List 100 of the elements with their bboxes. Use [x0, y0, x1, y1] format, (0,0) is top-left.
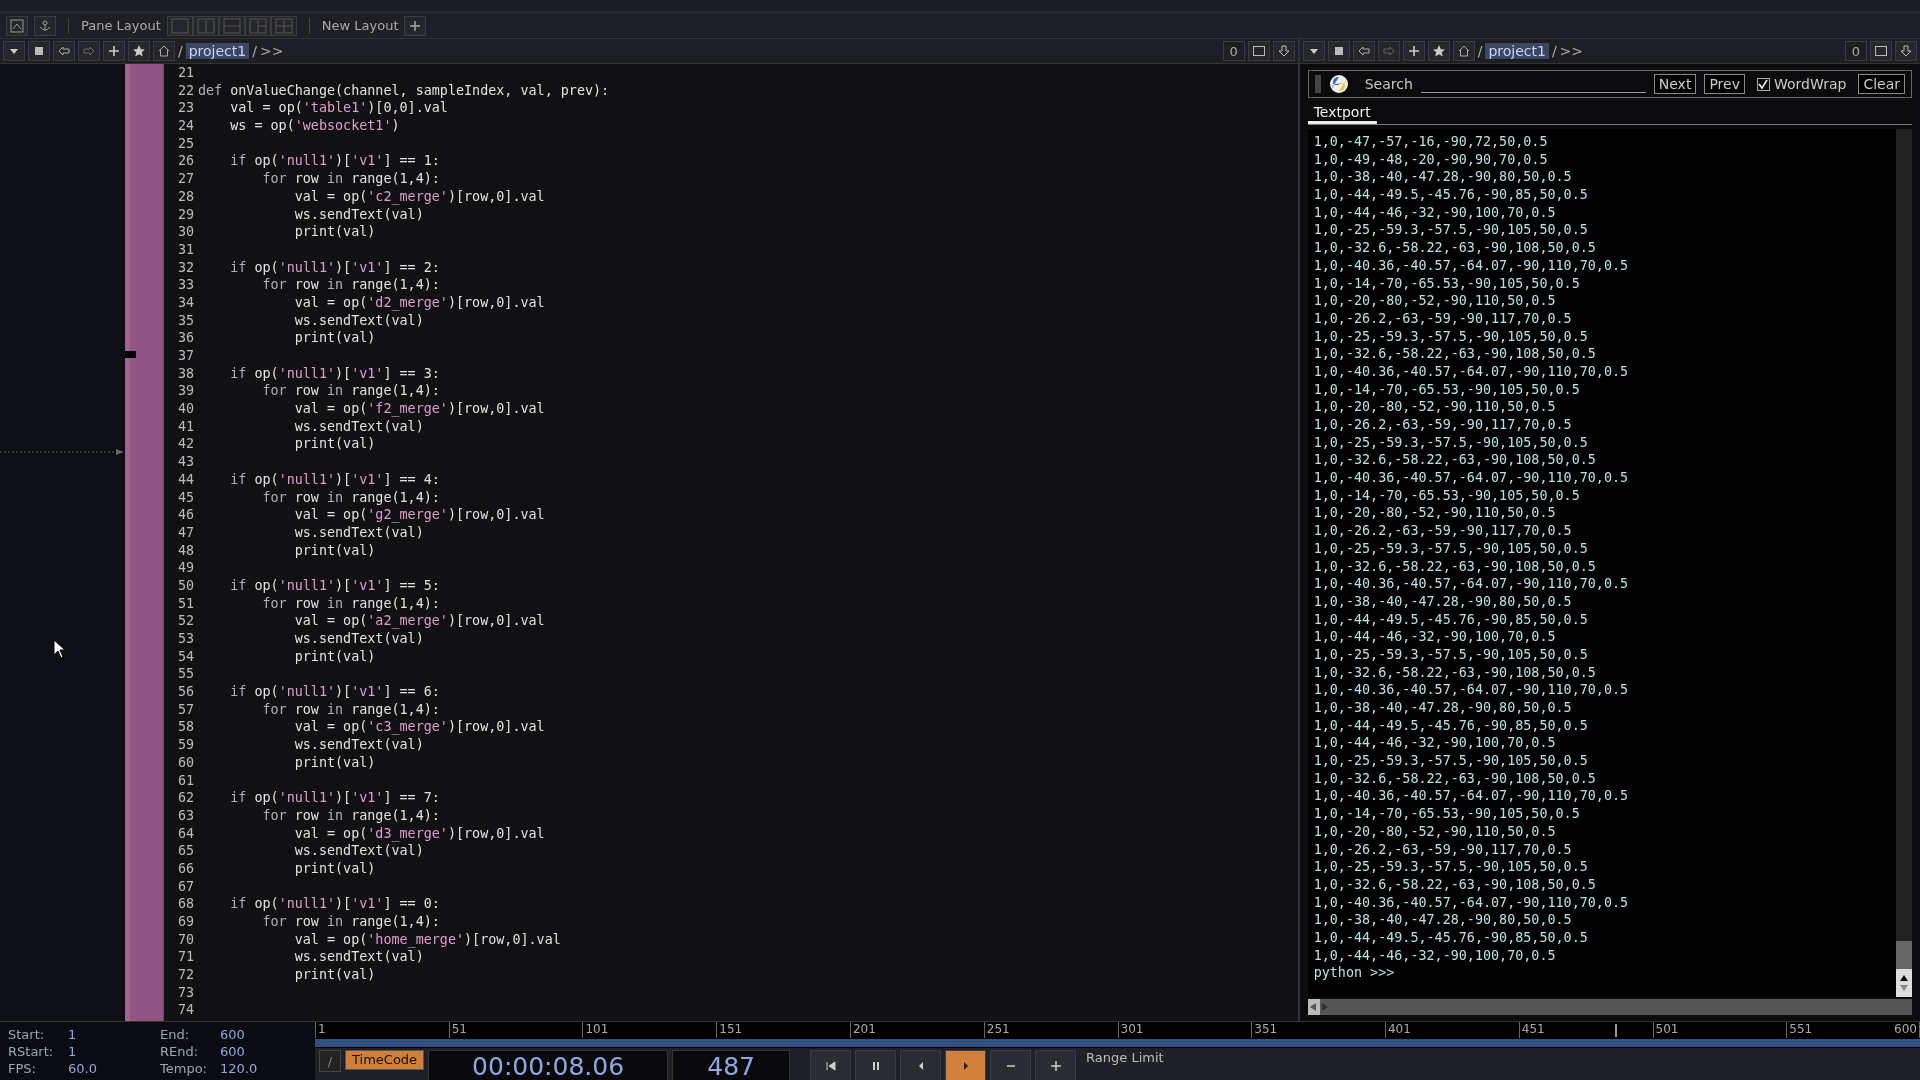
- prev-button[interactable]: Prev: [1704, 74, 1745, 94]
- line-number: 54: [176, 647, 195, 666]
- transport-button[interactable]: [1035, 1050, 1077, 1080]
- python-prompt[interactable]: python >>>: [1313, 964, 1896, 982]
- dropdown-button[interactable]: [3, 41, 25, 61]
- add-layout-button[interactable]: [404, 15, 427, 36]
- download-button[interactable]: [1895, 41, 1917, 61]
- code-line: for row in range(1,4):: [261, 806, 440, 825]
- clear-button[interactable]: Clear: [1858, 74, 1905, 94]
- path-more[interactable]: >>: [259, 43, 284, 59]
- path-more[interactable]: >>: [1559, 43, 1584, 59]
- add-button[interactable]: [103, 41, 125, 61]
- code-line: ws.sendText(val): [293, 523, 424, 542]
- code-line: val = op('c3_merge')[row,0].val: [293, 718, 545, 737]
- output-line: 1,0,-25,-59.3,-57.5,-90,105,50,0.5: [1313, 221, 1589, 240]
- timecode-button[interactable]: TimeCode: [345, 1050, 425, 1070]
- output-line: 1,0,-44,-49.5,-45.76,-90,85,50,0.5: [1313, 186, 1589, 204]
- layout-grid-icon: [248, 17, 267, 34]
- code-line: print(val): [293, 647, 376, 666]
- down-arrow-icon: [1899, 983, 1909, 993]
- code-line: ws.sendText(val): [293, 842, 424, 860]
- code-line: ws.sendText(val): [293, 311, 424, 330]
- line-number: 55: [176, 665, 195, 684]
- maximize-button[interactable]: [1870, 41, 1892, 61]
- up-arrow-icon: [1899, 973, 1909, 983]
- line-number: 51: [176, 594, 195, 613]
- mode-button[interactable]: /: [319, 1050, 341, 1072]
- back-button[interactable]: [53, 41, 75, 61]
- anchor-button[interactable]: [34, 15, 56, 36]
- favorite-button[interactable]: [128, 41, 150, 61]
- line-number: 66: [176, 859, 195, 878]
- next-button[interactable]: Next: [1653, 74, 1697, 94]
- pane-button[interactable]: [6, 15, 28, 36]
- range-value[interactable]: 1: [68, 1044, 160, 1061]
- line-number: 40: [176, 400, 195, 418]
- dropdown-button[interactable]: [1302, 41, 1325, 61]
- code-line: if op('null1')['v1'] == 1:: [229, 152, 440, 171]
- pane-counter: 0: [1845, 41, 1867, 61]
- code-line: if op('null1')['v1'] == 3:: [229, 364, 440, 383]
- line-number: 42: [176, 435, 195, 454]
- code-line: if op('null1')['v1'] == 6:: [229, 683, 440, 701]
- line-number: 50: [176, 576, 195, 595]
- add-button[interactable]: [1402, 41, 1425, 61]
- line-number: 27: [176, 170, 195, 188]
- output-line: 1,0,-40.36,-40.57,-64.07,-90,110,70,0.5: [1313, 469, 1630, 487]
- stop-button[interactable]: [28, 41, 50, 61]
- playhead[interactable]: [1615, 1024, 1618, 1037]
- line-number: 59: [176, 736, 195, 754]
- output-line: 1,0,-32.6,-58.22,-63,-90,108,50,0.5: [1313, 345, 1597, 363]
- code-line: if op('null1')['v1'] == 7:: [229, 789, 440, 807]
- window-icon: [1874, 44, 1888, 58]
- line-number: 68: [176, 895, 195, 913]
- transport-button[interactable]: [810, 1050, 852, 1080]
- range-value[interactable]: 120.0: [220, 1061, 310, 1078]
- scroll-thumb[interactable]: [1896, 941, 1912, 969]
- range-value[interactable]: 60.0: [68, 1061, 160, 1078]
- line-number: 28: [176, 187, 195, 206]
- range-value[interactable]: 1: [68, 1027, 160, 1044]
- output-line: 1,0,-26.2,-63,-59,-90,117,70,0.5: [1313, 309, 1573, 328]
- output-line: 1,0,-40.36,-40.57,-64.07,-90,110,70,0.5: [1313, 681, 1630, 699]
- horizontal-scrollbar[interactable]: [1307, 999, 1912, 1015]
- line-number: 34: [176, 293, 195, 312]
- code-line: if op('null1')['v1'] == 4:: [229, 470, 440, 489]
- home-button[interactable]: [153, 41, 175, 61]
- maximize-button[interactable]: [1247, 41, 1270, 61]
- right-arrow-icon: [82, 44, 96, 58]
- line-number: 70: [176, 930, 195, 949]
- transport-button[interactable]: [945, 1050, 987, 1080]
- wordwrap-checkbox[interactable]: [1756, 77, 1770, 91]
- output-line: 1,0,-32.6,-58.22,-63,-90,108,50,0.5: [1313, 663, 1597, 682]
- path-separator: /: [1477, 43, 1483, 59]
- download-button[interactable]: [1272, 41, 1295, 61]
- output-line: 1,0,-49,-48,-20,-90,90,70,0.5: [1313, 150, 1549, 169]
- code-line: print(val): [293, 541, 376, 560]
- range-value[interactable]: 600: [220, 1044, 310, 1061]
- textport-tab[interactable]: Textport: [1307, 103, 1377, 124]
- layout-columns-icon: [196, 17, 215, 34]
- code-line: val = op('c2_merge')[row,0].val: [293, 187, 545, 206]
- line-number: 41: [176, 417, 195, 436]
- search-grip[interactable]: [1314, 75, 1321, 93]
- vertical-scrollbar[interactable]: [1896, 129, 1912, 997]
- range-label: REnd:: [160, 1044, 200, 1061]
- output-line: 1,0,-38,-40,-47.28,-90,80,50,0.5: [1313, 911, 1573, 929]
- transport-button[interactable]: [855, 1050, 897, 1080]
- pane-counter: 0: [1222, 41, 1245, 61]
- home-button[interactable]: [1452, 41, 1475, 61]
- range-value[interactable]: 600: [220, 1027, 310, 1044]
- logo-icon: [1328, 74, 1349, 94]
- output-line: 1,0,-40.36,-40.57,-64.07,-90,110,70,0.5: [1313, 362, 1630, 381]
- path-segment[interactable]: project1: [1485, 43, 1549, 59]
- line-number: 65: [176, 842, 195, 860]
- timeline-ruler[interactable]: 1 51 101 151 201 251 301 351 401 451 501 551 600: [315, 1022, 1920, 1038]
- back-button[interactable]: [1352, 41, 1375, 61]
- output-line: 1,0,-25,-59.3,-57.5,-90,105,50,0.5: [1313, 539, 1589, 558]
- favorite-button[interactable]: [1427, 41, 1450, 61]
- path-segment[interactable]: project1: [185, 43, 250, 59]
- output-line: 1,0,-14,-70,-65.53,-90,105,50,0.5: [1313, 805, 1581, 823]
- stop-button[interactable]: [1327, 41, 1350, 61]
- code-line: val = op('a2_merge')[row,0].val: [293, 612, 545, 630]
- strip-notch: [125, 351, 136, 358]
